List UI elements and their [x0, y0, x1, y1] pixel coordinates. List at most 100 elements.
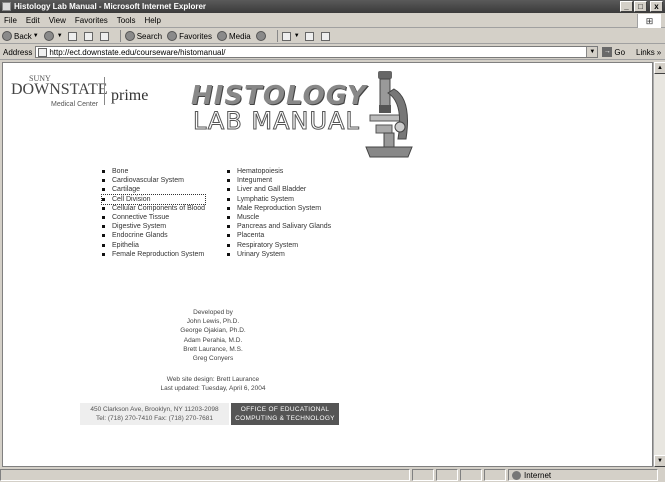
vertical-scrollbar[interactable]: ▲ ▼	[653, 62, 665, 467]
topic-link[interactable]: Respiratory System	[227, 241, 331, 250]
window-controls: _ □ x	[620, 1, 663, 12]
go-arrow-icon: →	[602, 47, 613, 57]
suny-downstate-logo[interactable]: SUNY DOWNSTATE Medical Center	[11, 73, 107, 109]
search-button[interactable]: Search	[124, 31, 162, 41]
credits-heading: Developed by	[193, 309, 233, 316]
edit-button[interactable]	[320, 31, 332, 41]
topic-link[interactable]: Liver and Gall Bladder	[227, 185, 331, 194]
status-cell	[412, 469, 434, 481]
site-info: Web site design: Brett Laurance Last upd…	[113, 375, 313, 393]
topic-link[interactable]: Cell Division	[101, 193, 206, 205]
prime-logo[interactable]: prime	[111, 87, 148, 105]
menu-edit[interactable]: Edit	[26, 16, 40, 25]
scroll-up-button[interactable]: ▲	[654, 62, 665, 74]
go-button[interactable]: → Go	[602, 47, 625, 57]
topic-link[interactable]: Cartilage	[102, 185, 205, 194]
menu-tools[interactable]: Tools	[117, 16, 136, 25]
credits: Developed by John Lewis, Ph.D. George Oj…	[113, 308, 313, 363]
credit-name: Brett Laurance, M.S.	[183, 345, 243, 353]
topic-list-left: Bone Cardiovascular System Cartilage Cel…	[101, 167, 206, 259]
topic-link[interactable]: Endocrine Glands	[102, 231, 205, 240]
back-button[interactable]: Back ▼	[2, 31, 39, 41]
logo-divider	[104, 77, 105, 105]
history-button[interactable]	[255, 31, 268, 41]
topic-link[interactable]: Bone	[102, 167, 205, 176]
status-text	[0, 469, 410, 481]
address-dropdown-button[interactable]: ▼	[586, 47, 598, 57]
toolbar: Back ▼ ▼ Search Favorites Media ▼	[0, 29, 665, 44]
search-icon	[124, 31, 135, 41]
menu-help[interactable]: Help	[144, 16, 160, 25]
home-icon	[99, 31, 109, 41]
topic-link[interactable]: Cellular Components of Blood	[102, 204, 205, 213]
menu-favorites[interactable]: Favorites	[75, 16, 108, 25]
toolbar-divider	[119, 30, 121, 42]
favorites-button[interactable]: Favorites	[167, 31, 212, 41]
print-button[interactable]	[304, 31, 316, 41]
page-icon	[38, 47, 48, 57]
topic-link[interactable]: Cardiovascular System	[102, 176, 205, 185]
links-button[interactable]: Links	[636, 48, 655, 57]
topic-link[interactable]: Hematopoiesis	[227, 167, 331, 176]
title-lab-manual: LAB MANUAL	[193, 107, 360, 136]
topic-link[interactable]: Connective Tissue	[102, 213, 205, 222]
footer-address: 450 Clarkson Ave, Brooklyn, NY 11203-209…	[80, 403, 229, 425]
media-button[interactable]: Media	[216, 31, 251, 41]
window-title: Histology Lab Manual - Microsoft Interne…	[14, 2, 207, 11]
topic-link[interactable]: Digestive System	[102, 222, 205, 231]
topic-link[interactable]: Muscle	[227, 213, 331, 222]
globe-icon	[512, 470, 521, 480]
last-updated: Last updated: Tuesday, April 6, 2004	[160, 385, 266, 392]
web-design-credit: Web site design: Brett Laurance	[166, 376, 260, 383]
mail-button[interactable]: ▼	[281, 31, 300, 41]
topic-link[interactable]: Female Reproduction System	[102, 250, 205, 259]
menu-view[interactable]: View	[49, 16, 66, 25]
menu-bar: File Edit View Favorites Tools Help	[0, 14, 665, 28]
status-cell	[436, 469, 458, 481]
history-icon	[255, 31, 266, 41]
topic-list-right: Hematopoiesis Integument Liver and Gall …	[227, 167, 331, 259]
scroll-down-button[interactable]: ▼	[654, 455, 665, 467]
credit-name: John Lewis, Ph.D.	[186, 318, 240, 326]
maximize-button[interactable]: □	[634, 1, 647, 12]
logo-downstate: DOWNSTATE	[11, 81, 108, 98]
mail-icon	[281, 31, 291, 41]
topic-link[interactable]: Male Reproduction System	[227, 204, 331, 213]
topic-link[interactable]: Epithelia	[102, 241, 205, 250]
credit-name: George Ojakian, Ph.D.	[180, 327, 246, 335]
address-input[interactable]: http://ect.downstate.edu/courseware/hist…	[35, 46, 599, 58]
stop-button[interactable]	[67, 31, 79, 41]
office-link[interactable]: OFFICE OF EDUCATIONAL COMPUTING & TECHNO…	[231, 403, 339, 425]
address-label: Address	[3, 47, 33, 57]
menu-file[interactable]: File	[4, 16, 17, 25]
refresh-icon	[83, 31, 93, 41]
window-title-bar: Histology Lab Manual - Microsoft Interne…	[0, 0, 665, 13]
stop-icon	[67, 31, 77, 41]
minimize-button[interactable]: _	[620, 1, 633, 12]
security-zone: Internet	[508, 469, 658, 481]
chevron-down-icon: ▼	[56, 33, 63, 39]
chevron-right-icon[interactable]: »	[657, 48, 661, 57]
forward-arrow-icon	[43, 31, 54, 41]
refresh-button[interactable]	[83, 31, 95, 41]
topic-link[interactable]: Urinary System	[227, 250, 331, 259]
forward-button[interactable]: ▼	[43, 31, 63, 41]
media-icon	[216, 31, 227, 41]
status-bar: Internet	[0, 468, 665, 482]
status-cell	[460, 469, 482, 481]
topic-link[interactable]: Integument	[227, 176, 331, 185]
topic-link[interactable]: Lymphatic System	[227, 195, 331, 204]
print-icon	[304, 31, 314, 41]
chevron-down-icon: ▼	[293, 33, 300, 39]
ie-icon	[2, 2, 11, 11]
address-bar: Address http://ect.downstate.edu/coursew…	[0, 45, 665, 60]
topic-link[interactable]: Pancreas and Salivary Glands	[227, 222, 331, 231]
home-button[interactable]	[99, 31, 111, 41]
credit-name: Adam Perahia, M.D.	[183, 336, 243, 344]
back-arrow-icon	[2, 31, 12, 41]
topic-link[interactable]: Placenta	[227, 231, 331, 240]
close-button[interactable]: x	[650, 1, 663, 12]
credit-name: Greg Conyers	[192, 355, 234, 363]
windows-logo-icon: ⊞	[637, 14, 661, 28]
logo-medical-center: Medical Center	[51, 101, 99, 108]
